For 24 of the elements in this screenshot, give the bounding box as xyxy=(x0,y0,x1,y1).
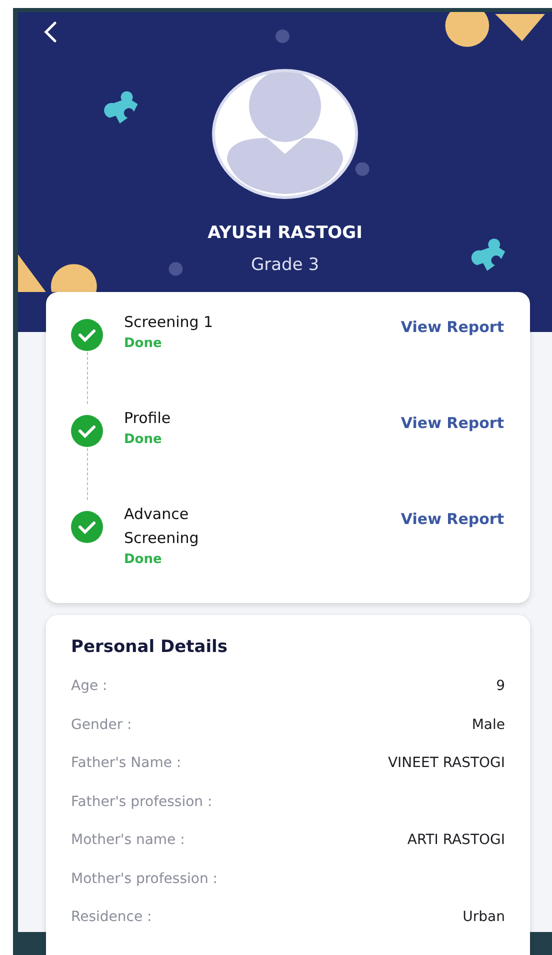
field-value: ARTI RASTOGI xyxy=(407,832,505,848)
field-value: Male xyxy=(472,716,505,733)
field-label: Age : xyxy=(71,678,108,694)
student-grade: Grade 3 xyxy=(250,255,320,275)
view-report-link[interactable]: View Report xyxy=(400,510,504,528)
field-label: Mother's profession : xyxy=(71,870,218,887)
view-report-link[interactable]: View Report xyxy=(400,414,504,432)
field-label: Father's Name : xyxy=(71,755,182,772)
step-title: Profile xyxy=(124,408,172,429)
step-status: Done xyxy=(124,336,163,351)
step-title: Advance Screening xyxy=(124,504,200,549)
field-value: VINEET RASTOGI xyxy=(388,755,505,772)
field-label: Gender : xyxy=(71,716,132,733)
field-label: Father's profession : xyxy=(71,794,212,810)
step-status: Done xyxy=(124,552,163,567)
field-label: Residence : xyxy=(71,909,152,926)
step-title: Screening 1 xyxy=(124,312,214,333)
view-report-link[interactable]: View Report xyxy=(400,318,504,336)
field-label: Mother's name : xyxy=(71,832,185,848)
field-value: Urban xyxy=(462,909,505,926)
section-title: Personal Details xyxy=(71,637,229,657)
field-value: 9 xyxy=(496,678,505,694)
step-status: Done xyxy=(124,432,163,447)
student-name: AYUSH RASTOGI xyxy=(208,223,362,243)
